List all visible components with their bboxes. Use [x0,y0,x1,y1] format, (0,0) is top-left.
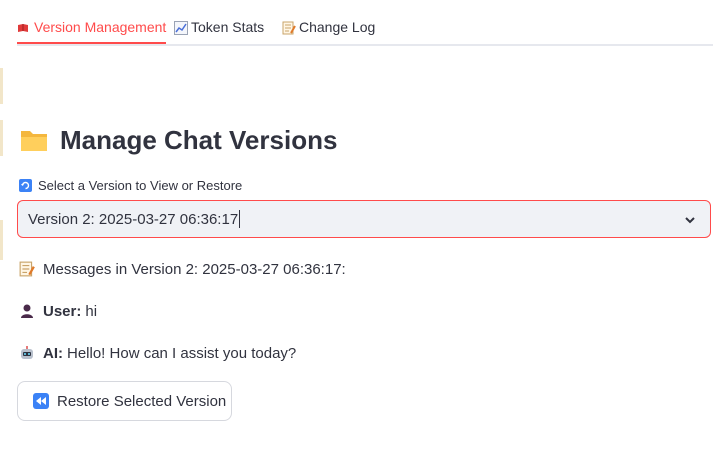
tab-change-log[interactable]: Change Log [282,12,375,42]
message-role: User: [43,302,82,320]
chevron-down-icon[interactable] [684,213,696,230]
version-select-value: Version 2: 2025-03-27 06:36:17 [28,210,239,228]
page-title-text: Manage Chat Versions [60,124,338,155]
refresh-icon [19,178,32,192]
tab-token-stats[interactable]: Token Stats [174,12,264,42]
page-title: Manage Chat Versions [20,120,337,160]
chart-icon [174,21,188,35]
version-select[interactable]: Version 2: 2025-03-27 06:36:17 [17,200,711,238]
messages-heading: Messages in Version 2: 2025-03-27 06:36:… [19,258,346,280]
restore-button-label: Restore Selected Version [57,392,227,410]
message-item-ai: AI: Hello! How can I assist you today? [19,342,296,364]
message-item-user: User: hi [19,300,97,322]
memo-icon [282,21,296,35]
message-role: AI: [43,344,63,362]
text-caret [239,210,241,228]
message-text: Hello! How can I assist you today? [67,344,297,362]
restore-button[interactable]: Restore Selected Version [17,381,232,421]
robot-icon [19,345,35,361]
book-icon [17,21,29,33]
version-select-label-text: Select a Version to View or Restore [38,177,243,193]
sidebar-edge [0,68,3,104]
rewind-icon [33,393,49,409]
messages-heading-text: Messages in Version 2: 2025-03-27 06:36:… [43,260,346,278]
version-select-label: Select a Version to View or Restore [19,176,242,194]
memo-icon [19,261,35,277]
message-text: hi [85,302,98,320]
tab-bar: Version Management Token Stats Change Lo… [17,0,713,46]
tab-label: Version Management [34,19,167,35]
tab-label: Token Stats [191,19,265,35]
tab-label: Change Log [299,19,376,35]
user-icon [19,303,35,319]
sidebar-edge [0,120,3,156]
tab-version-management[interactable]: Version Management [17,12,167,44]
sidebar-edge [0,220,3,260]
folder-icon [20,128,60,152]
